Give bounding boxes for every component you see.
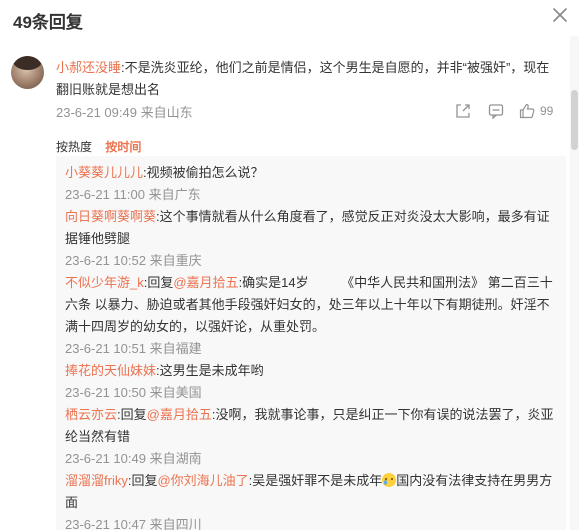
like-icon[interactable] <box>519 103 535 119</box>
main-comment-username[interactable]: 小郝还没睡 <box>56 60 121 75</box>
reply-username[interactable]: 栖云亦云 <box>65 407 117 422</box>
list-item: 溜溜溜friky:回复@你刘海儿油了:吴是强奸罪不是未成年 国内没有法律支持在男男… <box>65 470 555 530</box>
crying-face-emoji-icon <box>382 473 397 487</box>
main-comment-meta: 23-6-21 09:49 来自山东 <box>56 105 193 120</box>
mention-link[interactable]: @嘉月拾五 <box>147 407 212 422</box>
reply-meta: 23-6-21 10:47 来自四川 <box>65 517 202 530</box>
avatar[interactable] <box>11 56 44 89</box>
reply-meta: 23-6-21 11:00 来自广东 <box>65 187 201 202</box>
reply-text: :这男生是未成年哟 <box>156 363 264 378</box>
reply-prefix: :回复 <box>127 473 158 488</box>
share-icon[interactable] <box>455 103 471 119</box>
scrollbar[interactable] <box>570 36 579 530</box>
sort-by-hot-tab[interactable]: 按热度 <box>56 138 92 155</box>
reply-username[interactable]: 小葵葵儿儿儿 <box>65 165 143 180</box>
reply-meta: 23-6-21 10:49 来自湖南 <box>65 451 202 466</box>
main-comment-text: 小郝还没睡:不是洗炎亚纶，他们之前是情侣，这个男生是自愿的，并非“被强奸”，现在… <box>56 57 552 101</box>
reply-text: :视频被偷拍怎么说？ <box>143 165 264 180</box>
list-item: 不似少年游_k:回复@嘉月拾五:确实是14岁 《中华人民共和国刑法》 第二百三十… <box>65 272 555 360</box>
list-item: 捧花的天仙妹妹:这男生是未成年哟 23-6-21 10:50 来自美国 <box>65 360 555 404</box>
list-item: 小葵葵儿儿儿:视频被偷拍怎么说？ 23-6-21 11:00 来自广东 <box>65 162 555 206</box>
reply-prefix: :回复 <box>117 407 147 422</box>
list-item: 向日葵啊葵啊葵:这个事情就看从什么角度看了，感觉反正对炎没太大影响，最多有证据锤… <box>65 206 555 272</box>
sort-tabs: 按热度 按时间 <box>56 138 151 155</box>
comment-icon[interactable] <box>488 103 504 119</box>
main-comment-body: :不是洗炎亚纶，他们之前是情侣，这个男生是自愿的，并非“被强奸”，现在翻旧账就是… <box>56 60 550 97</box>
dialog-header: 49条回复 <box>0 0 579 36</box>
reply-list: 小葵葵儿儿儿:视频被偷拍怎么说？ 23-6-21 11:00 来自广东 向日葵啊… <box>56 156 566 530</box>
reply-meta: 23-6-21 10:50 来自美国 <box>65 385 202 400</box>
mention-link[interactable]: @你刘海儿油了 <box>157 473 248 488</box>
reply-username[interactable]: 捧花的天仙妹妹 <box>65 363 156 378</box>
like-count: 99 <box>540 104 554 118</box>
reply-count-title: 49条回复 <box>13 13 83 32</box>
reply-username[interactable]: 向日葵啊葵啊葵 <box>65 209 156 224</box>
list-item: 栖云亦云:回复@嘉月拾五:没啊，我就事论事，只是纠正一下你有误的说法罢了，炎亚纶… <box>65 404 555 470</box>
reply-meta: 23-6-21 10:52 来自重庆 <box>65 253 202 268</box>
sort-by-time-tab[interactable]: 按时间 <box>105 138 141 155</box>
reply-prefix: :回复 <box>143 275 174 290</box>
reply-text: :吴是强奸罪不是未成年 <box>248 473 383 488</box>
reply-username[interactable]: 不似少年游_k <box>65 275 144 290</box>
mention-link[interactable]: @嘉月拾五 <box>173 275 238 290</box>
close-icon[interactable] <box>552 7 568 23</box>
reply-username[interactable]: 溜溜溜friky <box>65 473 128 488</box>
scrollbar-thumb[interactable] <box>571 90 578 150</box>
reply-meta: 23-6-21 10:51 来自福建 <box>65 341 202 356</box>
